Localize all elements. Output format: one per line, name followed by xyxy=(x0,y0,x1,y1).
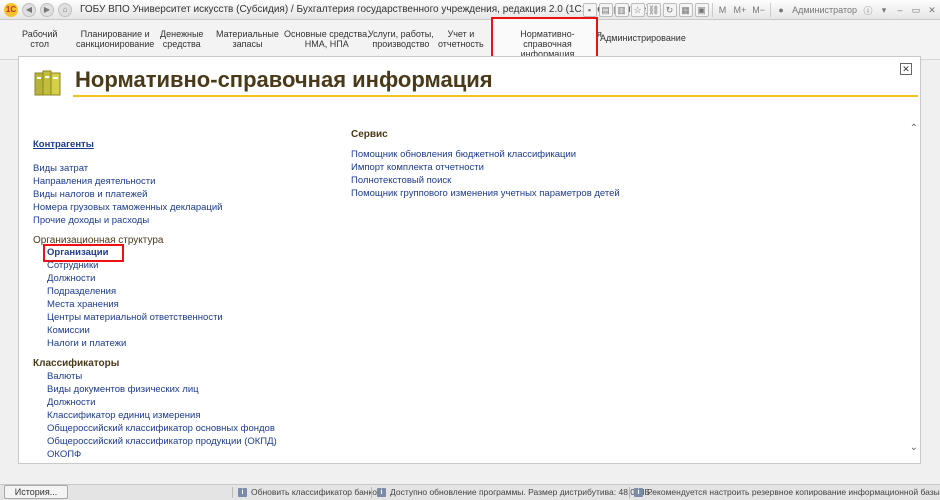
user-icon: ● xyxy=(778,5,784,15)
print-preview-icon[interactable]: ▥ xyxy=(614,3,629,17)
link-customs-declarations[interactable]: Номера грузовых таможенных деклараций xyxy=(33,202,222,213)
link-cost-types[interactable]: Виды затрат xyxy=(33,163,88,174)
back-icon[interactable]: ◀ xyxy=(22,2,36,17)
favorites-icon[interactable]: ☆ xyxy=(630,3,645,17)
status-program-update-text[interactable]: Доступно обновление программы. Размер ди… xyxy=(390,487,652,497)
maximize-icon[interactable]: ▭ xyxy=(909,3,923,17)
link-taxes-payments[interactable]: Налоги и платежи xyxy=(47,338,126,349)
info-icon: i xyxy=(238,487,247,497)
status-backup-text[interactable]: Рекомендуется настроить резервное копиро… xyxy=(647,487,940,497)
close-icon[interactable]: ✕ xyxy=(925,3,939,17)
info-icon: i xyxy=(634,487,643,497)
link-employees[interactable]: Сотрудники xyxy=(47,260,98,271)
reference-books-icon xyxy=(34,70,61,96)
link-activity-directions[interactable]: Направления деятельности xyxy=(33,176,155,187)
section-fixed-assets[interactable]: Основные средства, НМА, НПА xyxy=(284,29,370,49)
link-positions[interactable]: Должности xyxy=(47,273,95,284)
group-classifiers: Классификаторы xyxy=(33,358,120,369)
page-title: Нормативно-справочная информация xyxy=(75,67,493,92)
info-icon[interactable]: ⓘ xyxy=(861,3,875,17)
link-units-classifier[interactable]: Классификатор единиц измерения xyxy=(47,410,200,421)
link-other-income[interactable]: Прочие доходы и расходы xyxy=(33,215,149,226)
section-inventory[interactable]: Материальные запасы xyxy=(216,29,279,49)
save-icon[interactable]: ▪ xyxy=(582,3,597,17)
home-icon[interactable]: ⌂ xyxy=(58,2,72,17)
section-services[interactable]: Услуги, работы, производство xyxy=(368,29,434,49)
link-tax-types[interactable]: Виды налогов и платежей xyxy=(33,189,147,200)
link-person-doc-types[interactable]: Виды документов физических лиц xyxy=(47,384,199,395)
status-update-banks-text[interactable]: Обновить классификатор банков xyxy=(251,487,382,497)
link-import-reports[interactable]: Импорт комплекта отчетности xyxy=(351,162,484,173)
link-budget-class-helper[interactable]: Помощник обновления бюджетной классифика… xyxy=(351,149,576,160)
link-okopf[interactable]: ОКОПФ xyxy=(47,449,81,460)
status-update-banks[interactable]: i Обновить классификатор банков xyxy=(238,487,382,497)
section-administration[interactable]: Администрирование xyxy=(600,33,686,43)
history-icon[interactable]: ↻ xyxy=(662,3,677,17)
link-storage-places[interactable]: Места хранения xyxy=(47,299,119,310)
header-underline xyxy=(73,95,918,97)
print-icon[interactable]: ▤ xyxy=(598,3,613,17)
calculator-icon[interactable]: ▦ xyxy=(678,3,693,17)
section-accounting[interactable]: Учет и отчетность xyxy=(438,29,484,49)
forward-icon[interactable]: ▶ xyxy=(40,2,54,17)
link-fulltext-search[interactable]: Полнотекстовый поиск xyxy=(351,175,451,186)
link-okof[interactable]: Общероссийский классификатор основных фо… xyxy=(47,423,275,434)
link-positions-classifier[interactable]: Должности xyxy=(47,397,95,408)
status-program-update[interactable]: i Доступно обновление программы. Размер … xyxy=(377,487,652,497)
memory-minus-button[interactable]: M− xyxy=(750,3,767,17)
link-departments[interactable]: Подразделения xyxy=(47,286,116,297)
link-okpd[interactable]: Общероссийский классификатор продукции (… xyxy=(47,436,277,447)
memory-plus-button[interactable]: M+ xyxy=(732,3,749,17)
link-organizations[interactable]: Организации xyxy=(47,247,108,258)
info-icon: i xyxy=(377,487,386,497)
user-name[interactable]: Администратор xyxy=(789,5,860,15)
link-group-change-helper[interactable]: Помощник группового изменения учетных па… xyxy=(351,188,620,199)
form-header: Нормативно-справочная информация ✕ xyxy=(19,57,920,109)
app-logo-icon[interactable]: 1C xyxy=(4,2,18,17)
minimize-icon[interactable]: – xyxy=(893,3,907,17)
dropdown-icon[interactable]: ▾ xyxy=(877,3,891,17)
status-bar: История... i Обновить классификатор банк… xyxy=(0,484,940,500)
history-button[interactable]: История... xyxy=(4,485,68,499)
section-reference-info-label[interactable]: Нормативно-справочная информация xyxy=(499,29,596,59)
scrollbar[interactable]: ⌃ ⌄ xyxy=(908,123,918,453)
title-bar: 1C ◀ ▶ ⌂ ГОБУ ВПО Университет искусств (… xyxy=(0,0,940,20)
memory-button[interactable]: M xyxy=(716,3,730,17)
link-commissions[interactable]: Комиссии xyxy=(47,325,90,336)
link-icon[interactable]: ⛓ xyxy=(646,3,661,17)
link-responsibility-centers[interactable]: Центры материальной ответственности xyxy=(47,312,223,323)
link-currencies[interactable]: Валюты xyxy=(47,371,82,382)
link-kontragenty[interactable]: Контрагенты xyxy=(33,139,94,150)
group-service: Сервис xyxy=(351,129,388,140)
window-title: ГОБУ ВПО Университет искусств (Субсидия)… xyxy=(80,4,650,15)
status-backup[interactable]: i Рекомендуется настроить резервное копи… xyxy=(634,487,940,497)
section-desktop[interactable]: Рабочий стол xyxy=(22,29,57,49)
form-window: Нормативно-справочная информация ✕ ⌃ ⌄ К… xyxy=(18,56,921,464)
section-cash[interactable]: Денежные средства xyxy=(160,29,203,49)
form-close-icon[interactable]: ✕ xyxy=(900,63,912,75)
sections-panel: Рабочий стол Планирование и санкциониров… xyxy=(0,20,940,60)
calendar-icon[interactable]: ▣ xyxy=(694,3,709,17)
scroll-up-icon[interactable]: ⌃ xyxy=(910,123,918,134)
scroll-down-icon[interactable]: ⌄ xyxy=(910,442,918,453)
section-planning[interactable]: Планирование и санкционирование xyxy=(76,29,154,49)
